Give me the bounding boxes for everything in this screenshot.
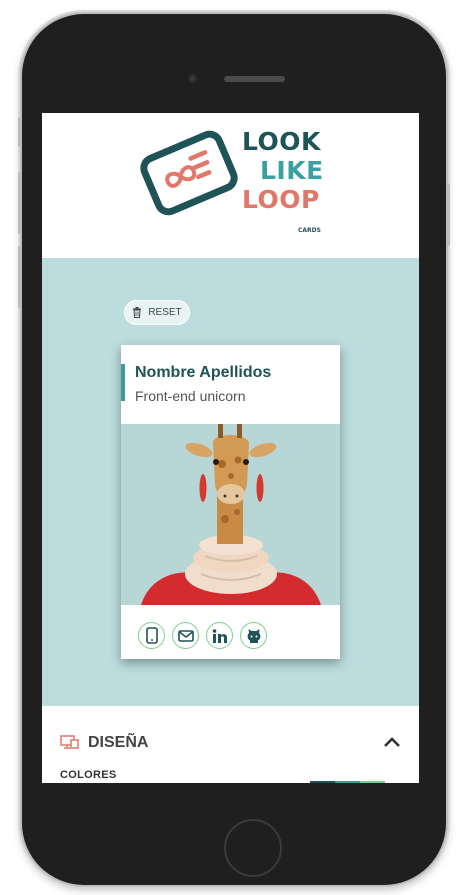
palette-color-2	[335, 781, 360, 783]
github-icon	[247, 629, 260, 643]
header-logo[interactable]: LOOK LIKE LOOP CARDS	[42, 113, 419, 258]
volume-down-button	[18, 246, 22, 308]
chevron-up-icon[interactable]	[383, 736, 401, 748]
email-button[interactable]	[172, 622, 199, 649]
github-button[interactable]	[240, 622, 267, 649]
logo-wordmark: LOOK LIKE LOOP	[242, 127, 324, 214]
design-panel[interactable]: DISEÑA COLORES	[42, 706, 419, 783]
linkedin-icon	[212, 628, 227, 643]
color-palette-swatch[interactable]	[310, 781, 385, 783]
card-social-links	[138, 622, 267, 649]
power-button	[446, 184, 450, 246]
card-name: Nombre Apellidos	[135, 364, 272, 381]
business-card: Nombre Apellidos Front-end unicorn	[121, 345, 340, 659]
logo-tagline: CARDS	[298, 227, 321, 234]
volume-up-button	[18, 172, 22, 234]
card-preview-section: RESET Nombre Apellidos Front-end unicorn	[42, 258, 419, 706]
mute-switch	[18, 117, 22, 147]
design-panel-title: DISEÑA	[88, 734, 149, 751]
mobile-phone-icon	[145, 627, 158, 644]
palette-color-1	[310, 781, 335, 783]
reset-label: RESET	[148, 307, 182, 318]
logo-line-2: LIKE	[260, 156, 324, 185]
reset-button[interactable]: RESET	[124, 300, 190, 325]
colors-label: COLORES	[60, 769, 117, 781]
front-camera	[188, 74, 197, 83]
card-job: Front-end unicorn	[135, 388, 246, 404]
card-photo	[121, 424, 340, 605]
home-button[interactable]	[224, 819, 282, 877]
speaker-grille	[224, 76, 285, 82]
design-icon	[60, 735, 79, 749]
palette-color-3	[360, 781, 385, 783]
screen: LOOK LIKE LOOP CARDS RESET Nombre Apelli…	[42, 113, 419, 783]
logo-line-3: LOOP	[242, 185, 320, 214]
linkedin-button[interactable]	[206, 622, 233, 649]
card-header: Nombre Apellidos Front-end unicorn	[121, 364, 340, 404]
logo-card-icon	[135, 126, 243, 220]
trash-icon	[133, 307, 142, 318]
logo-line-1: LOOK	[242, 127, 321, 156]
card-accent-bar	[121, 364, 125, 401]
mobile-phone-button[interactable]	[138, 622, 165, 649]
envelope-icon	[177, 629, 194, 642]
